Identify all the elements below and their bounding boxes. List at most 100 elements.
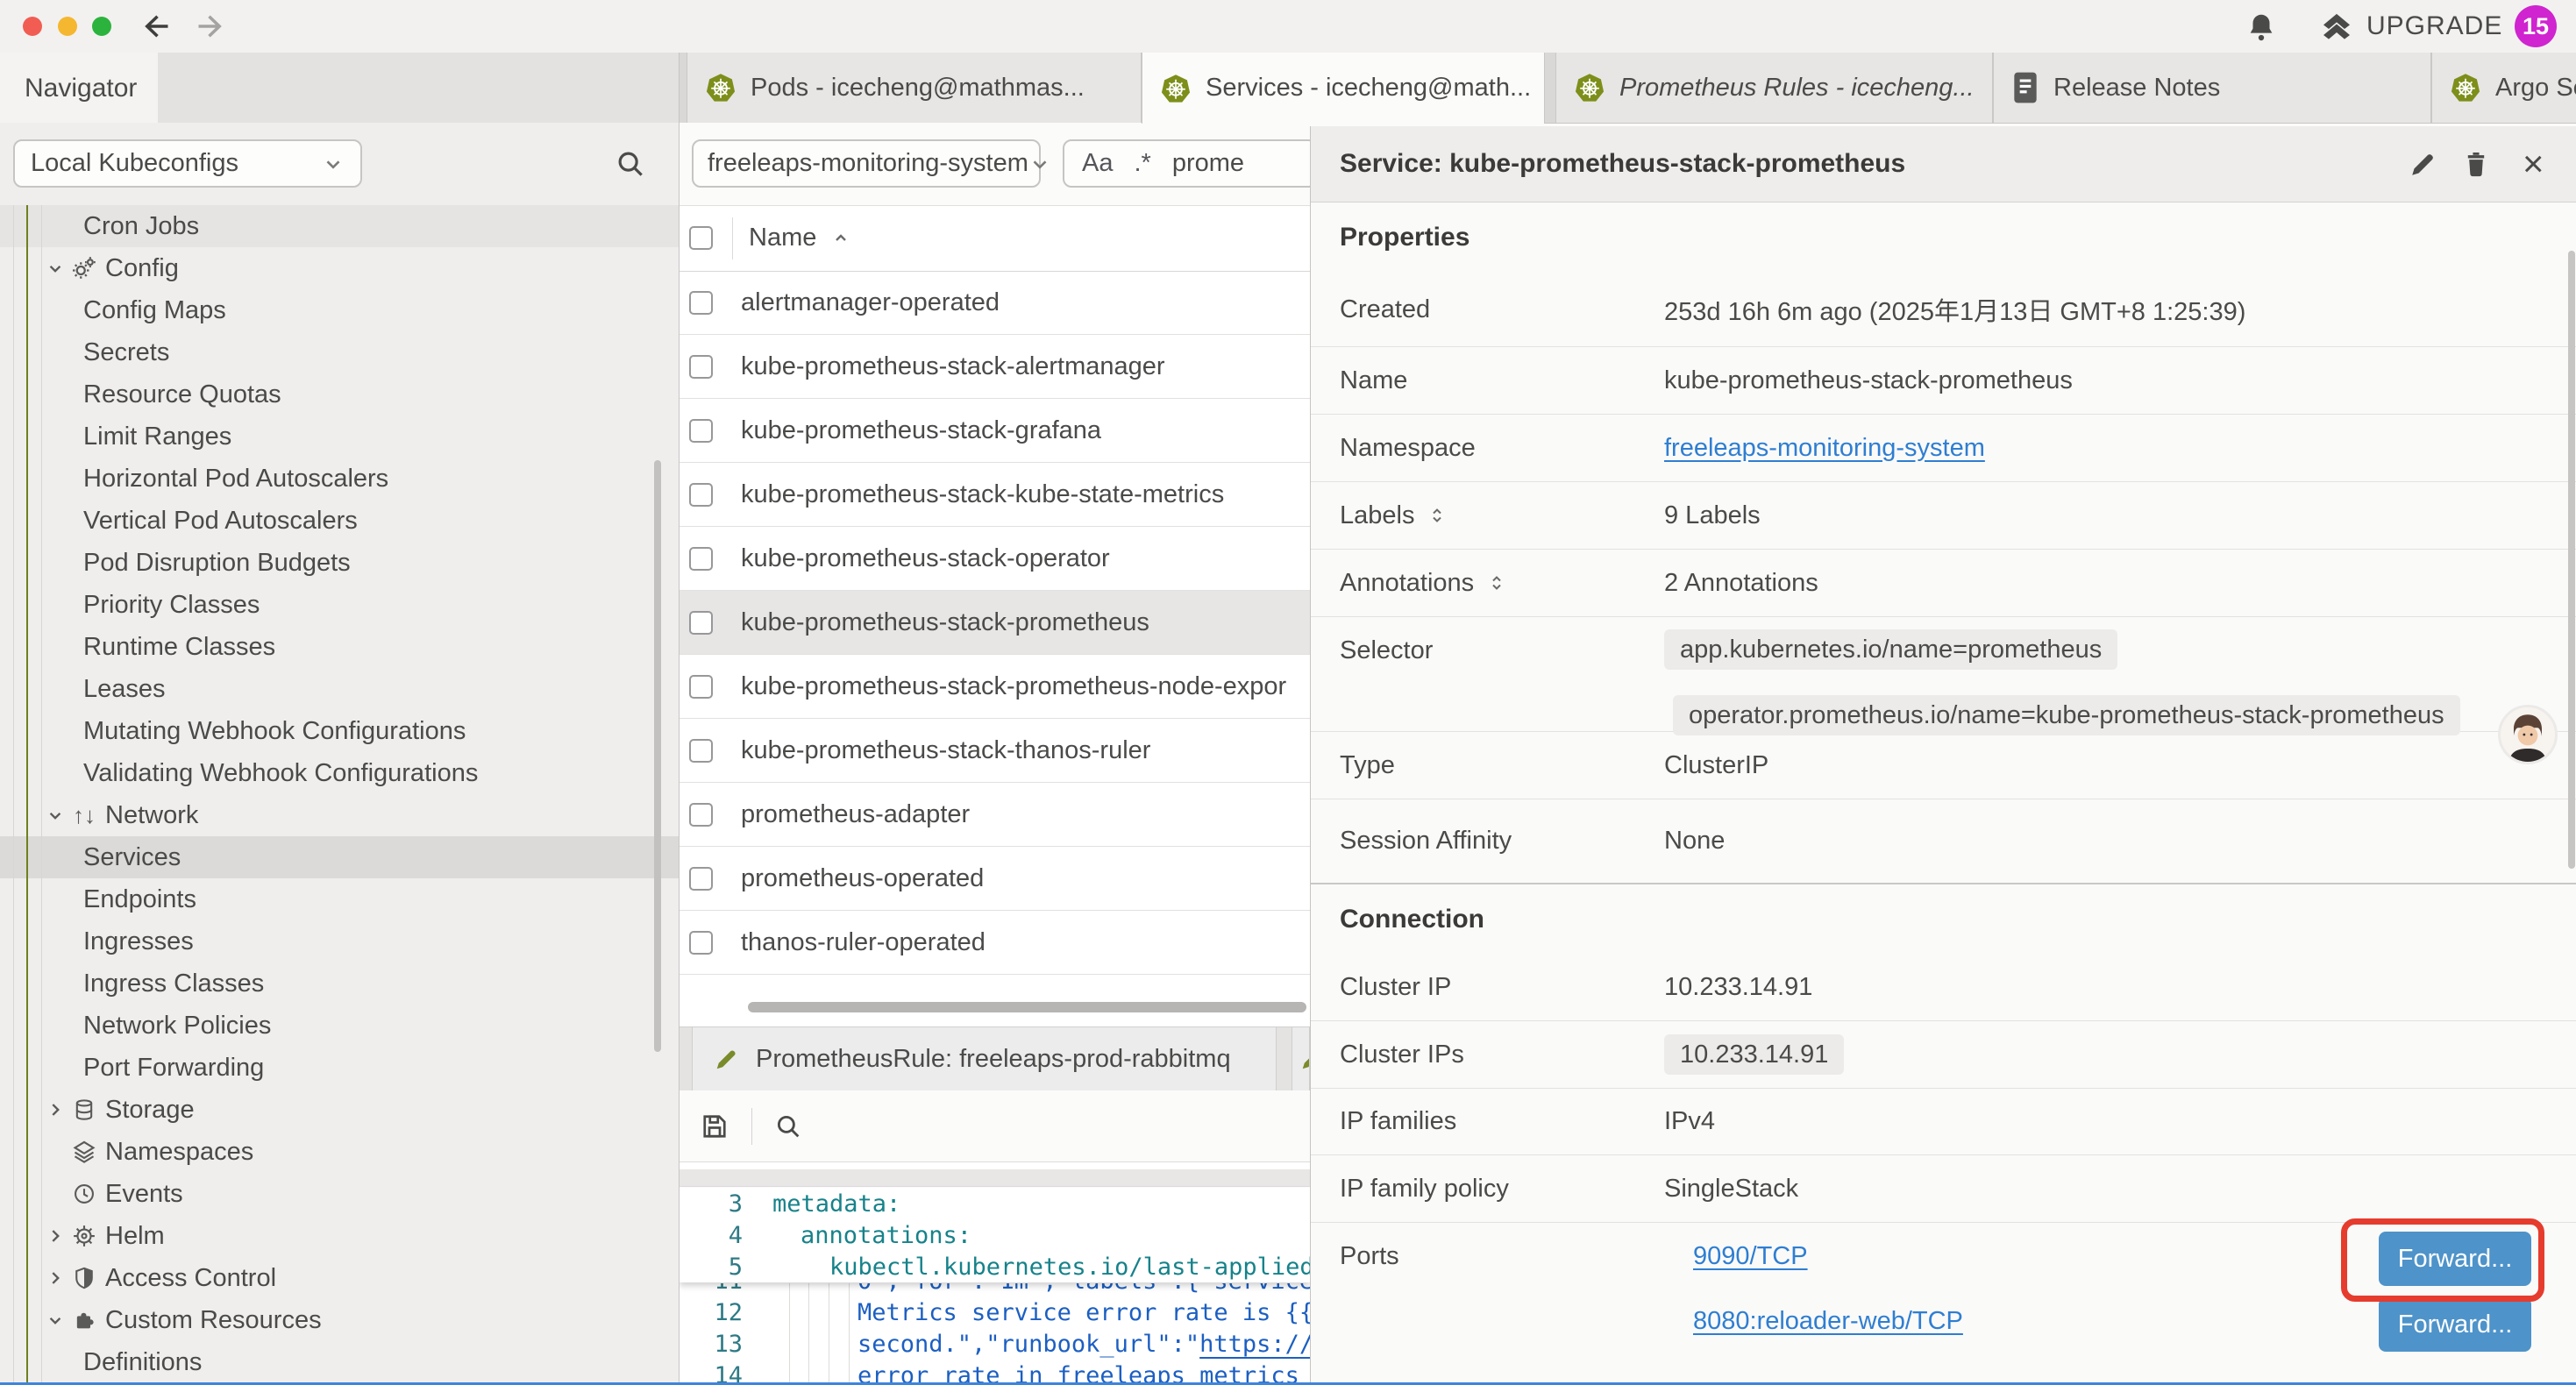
- assistant-avatar[interactable]: [2498, 705, 2558, 764]
- chevron-down-icon[interactable]: [42, 1309, 68, 1332]
- sidebar-item-cron-jobs[interactable]: Cron Jobs: [0, 205, 680, 247]
- sidebar-item-access-control[interactable]: Access Control: [0, 1257, 680, 1299]
- chevron-right-icon[interactable]: [42, 1098, 68, 1121]
- row-checkbox[interactable]: [689, 739, 713, 763]
- list-item[interactable]: kube-prometheus-stack-grafana: [680, 399, 1310, 463]
- chevron-right-icon[interactable]: [42, 1225, 68, 1247]
- edit-pencil-icon[interactable]: [2409, 149, 2438, 179]
- delete-trash-icon[interactable]: [2461, 149, 2491, 179]
- port-link-8080[interactable]: 8080:reloader-web/TCP: [1693, 1307, 1963, 1336]
- sidebar-item-services[interactable]: Services: [0, 836, 680, 878]
- sidebar-item-config-maps[interactable]: Config Maps: [0, 289, 680, 331]
- sidebar-item-storage[interactable]: Storage: [0, 1089, 680, 1131]
- sidebar-item-validating-webhook-configurations[interactable]: Validating Webhook Configurations: [0, 752, 680, 794]
- selector-chip[interactable]: operator.prometheus.io/name=kube-prometh…: [1673, 695, 2460, 735]
- forward-icon[interactable]: [195, 11, 226, 42]
- list-item[interactable]: kube-prometheus-stack-operator: [680, 527, 1310, 591]
- editor-tab-prometheusrule[interactable]: PrometheusRule: freeleaps-prod-rabbitmq: [692, 1027, 1277, 1090]
- yaml-editor[interactable]: 3metadata: 4annotations: 5kubectl.kubern…: [680, 1188, 1310, 1382]
- tab-prometheus-rules[interactable]: Prometheus Rules - icecheng...: [1555, 53, 1993, 123]
- sidebar-scrollbar[interactable]: [654, 460, 661, 1052]
- sidebar-item-runtime-classes[interactable]: Runtime Classes: [0, 626, 680, 668]
- expand-sort-icon[interactable]: [1427, 505, 1448, 526]
- code-link[interactable]: https://net: [1199, 1331, 1310, 1358]
- list-item[interactable]: alertmanager-operated: [680, 271, 1310, 335]
- sidebar-item-horizontal-pod-autoscalers[interactable]: Horizontal Pod Autoscalers: [0, 458, 680, 500]
- list-item[interactable]: prometheus-operated: [680, 847, 1310, 911]
- sidebar-item-network-policies[interactable]: Network Policies: [0, 1005, 680, 1047]
- match-case-toggle[interactable]: Aa: [1082, 149, 1113, 178]
- tab-release-notes[interactable]: Release Notes: [1993, 53, 2431, 123]
- row-checkbox[interactable]: [689, 611, 713, 635]
- sidebar-item-endpoints[interactable]: Endpoints: [0, 878, 680, 920]
- row-checkbox[interactable]: [689, 483, 713, 507]
- regex-toggle[interactable]: .*: [1134, 149, 1150, 178]
- kubeconfig-select[interactable]: Local Kubeconfigs: [13, 139, 362, 188]
- sidebar-item-leases[interactable]: Leases: [0, 668, 680, 710]
- list-item-selected[interactable]: kube-prometheus-stack-prometheus: [680, 591, 1310, 655]
- sidebar-item-pod-disruption-budgets[interactable]: Pod Disruption Budgets: [0, 542, 680, 584]
- editor-tab-partial[interactable]: [1292, 1027, 1310, 1090]
- tab-navigator[interactable]: Navigator: [0, 53, 158, 124]
- forward-button-8080[interactable]: Forward...: [2379, 1297, 2531, 1352]
- sort-ascending-icon[interactable]: [830, 228, 851, 249]
- close-panel-icon[interactable]: ×: [2523, 146, 2544, 182]
- sidebar-item-vertical-pod-autoscalers[interactable]: Vertical Pod Autoscalers: [0, 500, 680, 542]
- list-item[interactable]: thanos-ruler-operated: [680, 911, 1310, 975]
- upgrade-button[interactable]: UPGRADE: [2319, 9, 2502, 44]
- sidebar-item-events[interactable]: Events: [0, 1173, 680, 1215]
- sidebar-item-network[interactable]: ↑↓ Network: [0, 794, 680, 836]
- cluster-ip-chip[interactable]: 10.233.14.91: [1664, 1034, 1844, 1075]
- select-all-checkbox[interactable]: [689, 226, 713, 250]
- sidebar-item-definitions[interactable]: Definitions: [0, 1341, 680, 1382]
- row-checkbox[interactable]: [689, 291, 713, 315]
- back-icon[interactable]: [140, 11, 172, 42]
- tab-services[interactable]: Services - icecheng@math... ×: [1142, 53, 1545, 124]
- name-column-header[interactable]: Name: [749, 224, 816, 252]
- selector-chip[interactable]: app.kubernetes.io/name=prometheus: [1664, 629, 2117, 670]
- search-icon[interactable]: [614, 147, 647, 181]
- notifications-bell-icon[interactable]: [2245, 11, 2278, 44]
- row-checkbox[interactable]: [689, 675, 713, 699]
- sidebar-item-helm[interactable]: Helm: [0, 1215, 680, 1257]
- sidebar-item-resource-quotas[interactable]: Resource Quotas: [0, 373, 680, 416]
- list-item[interactable]: kube-prometheus-stack-prometheus-node-ex…: [680, 655, 1310, 719]
- avatar-badge[interactable]: 15: [2515, 5, 2557, 47]
- namespace-link[interactable]: freeleaps-monitoring-system: [1664, 434, 1985, 462]
- property-value[interactable]: 2 Annotations: [1664, 569, 2576, 598]
- sidebar-item-namespaces[interactable]: Namespaces: [0, 1131, 680, 1173]
- sidebar-item-limit-ranges[interactable]: Limit Ranges: [0, 416, 680, 458]
- row-checkbox[interactable]: [689, 419, 713, 443]
- chevron-down-icon[interactable]: [42, 804, 68, 827]
- tab-pods[interactable]: Pods - icecheng@mathmas...: [687, 53, 1142, 123]
- zoom-window-button[interactable]: [92, 17, 111, 36]
- horizontal-scrollbar[interactable]: [748, 1002, 1306, 1012]
- sidebar-item-ingress-classes[interactable]: Ingress Classes: [0, 962, 680, 1005]
- list-item[interactable]: kube-prometheus-stack-thanos-ruler: [680, 719, 1310, 783]
- minimize-window-button[interactable]: [58, 17, 77, 36]
- list-item[interactable]: prometheus-adapter: [680, 783, 1310, 847]
- editor-scroll-strip[interactable]: [680, 1169, 1310, 1187]
- namespace-select[interactable]: freeleaps-monitoring-system: [692, 139, 1041, 188]
- sidebar-item-secrets[interactable]: Secrets: [0, 331, 680, 373]
- list-item[interactable]: kube-prometheus-stack-kube-state-metrics: [680, 463, 1310, 527]
- sidebar-item-port-forwarding[interactable]: Port Forwarding: [0, 1047, 680, 1089]
- property-value[interactable]: 9 Labels: [1664, 501, 2576, 530]
- port-link-9090[interactable]: 9090/TCP: [1693, 1242, 1808, 1271]
- editor-search-icon[interactable]: [773, 1112, 803, 1141]
- row-checkbox[interactable]: [689, 803, 713, 827]
- row-checkbox[interactable]: [689, 355, 713, 379]
- row-checkbox[interactable]: [689, 547, 713, 571]
- sidebar-item-config[interactable]: Config: [0, 247, 680, 289]
- tab-argo[interactable]: Argo Se: [2431, 53, 2576, 123]
- sidebar-item-priority-classes[interactable]: Priority Classes: [0, 584, 680, 626]
- chevron-down-icon[interactable]: [42, 257, 68, 280]
- row-checkbox[interactable]: [689, 931, 713, 955]
- sidebar-item-custom-resources[interactable]: Custom Resources: [0, 1299, 680, 1341]
- save-icon[interactable]: [699, 1111, 730, 1142]
- panel-scrollbar[interactable]: [2568, 251, 2575, 869]
- list-item[interactable]: kube-prometheus-stack-alertmanager: [680, 335, 1310, 399]
- close-window-button[interactable]: [23, 17, 42, 36]
- row-checkbox[interactable]: [689, 867, 713, 891]
- sidebar-item-ingresses[interactable]: Ingresses: [0, 920, 680, 962]
